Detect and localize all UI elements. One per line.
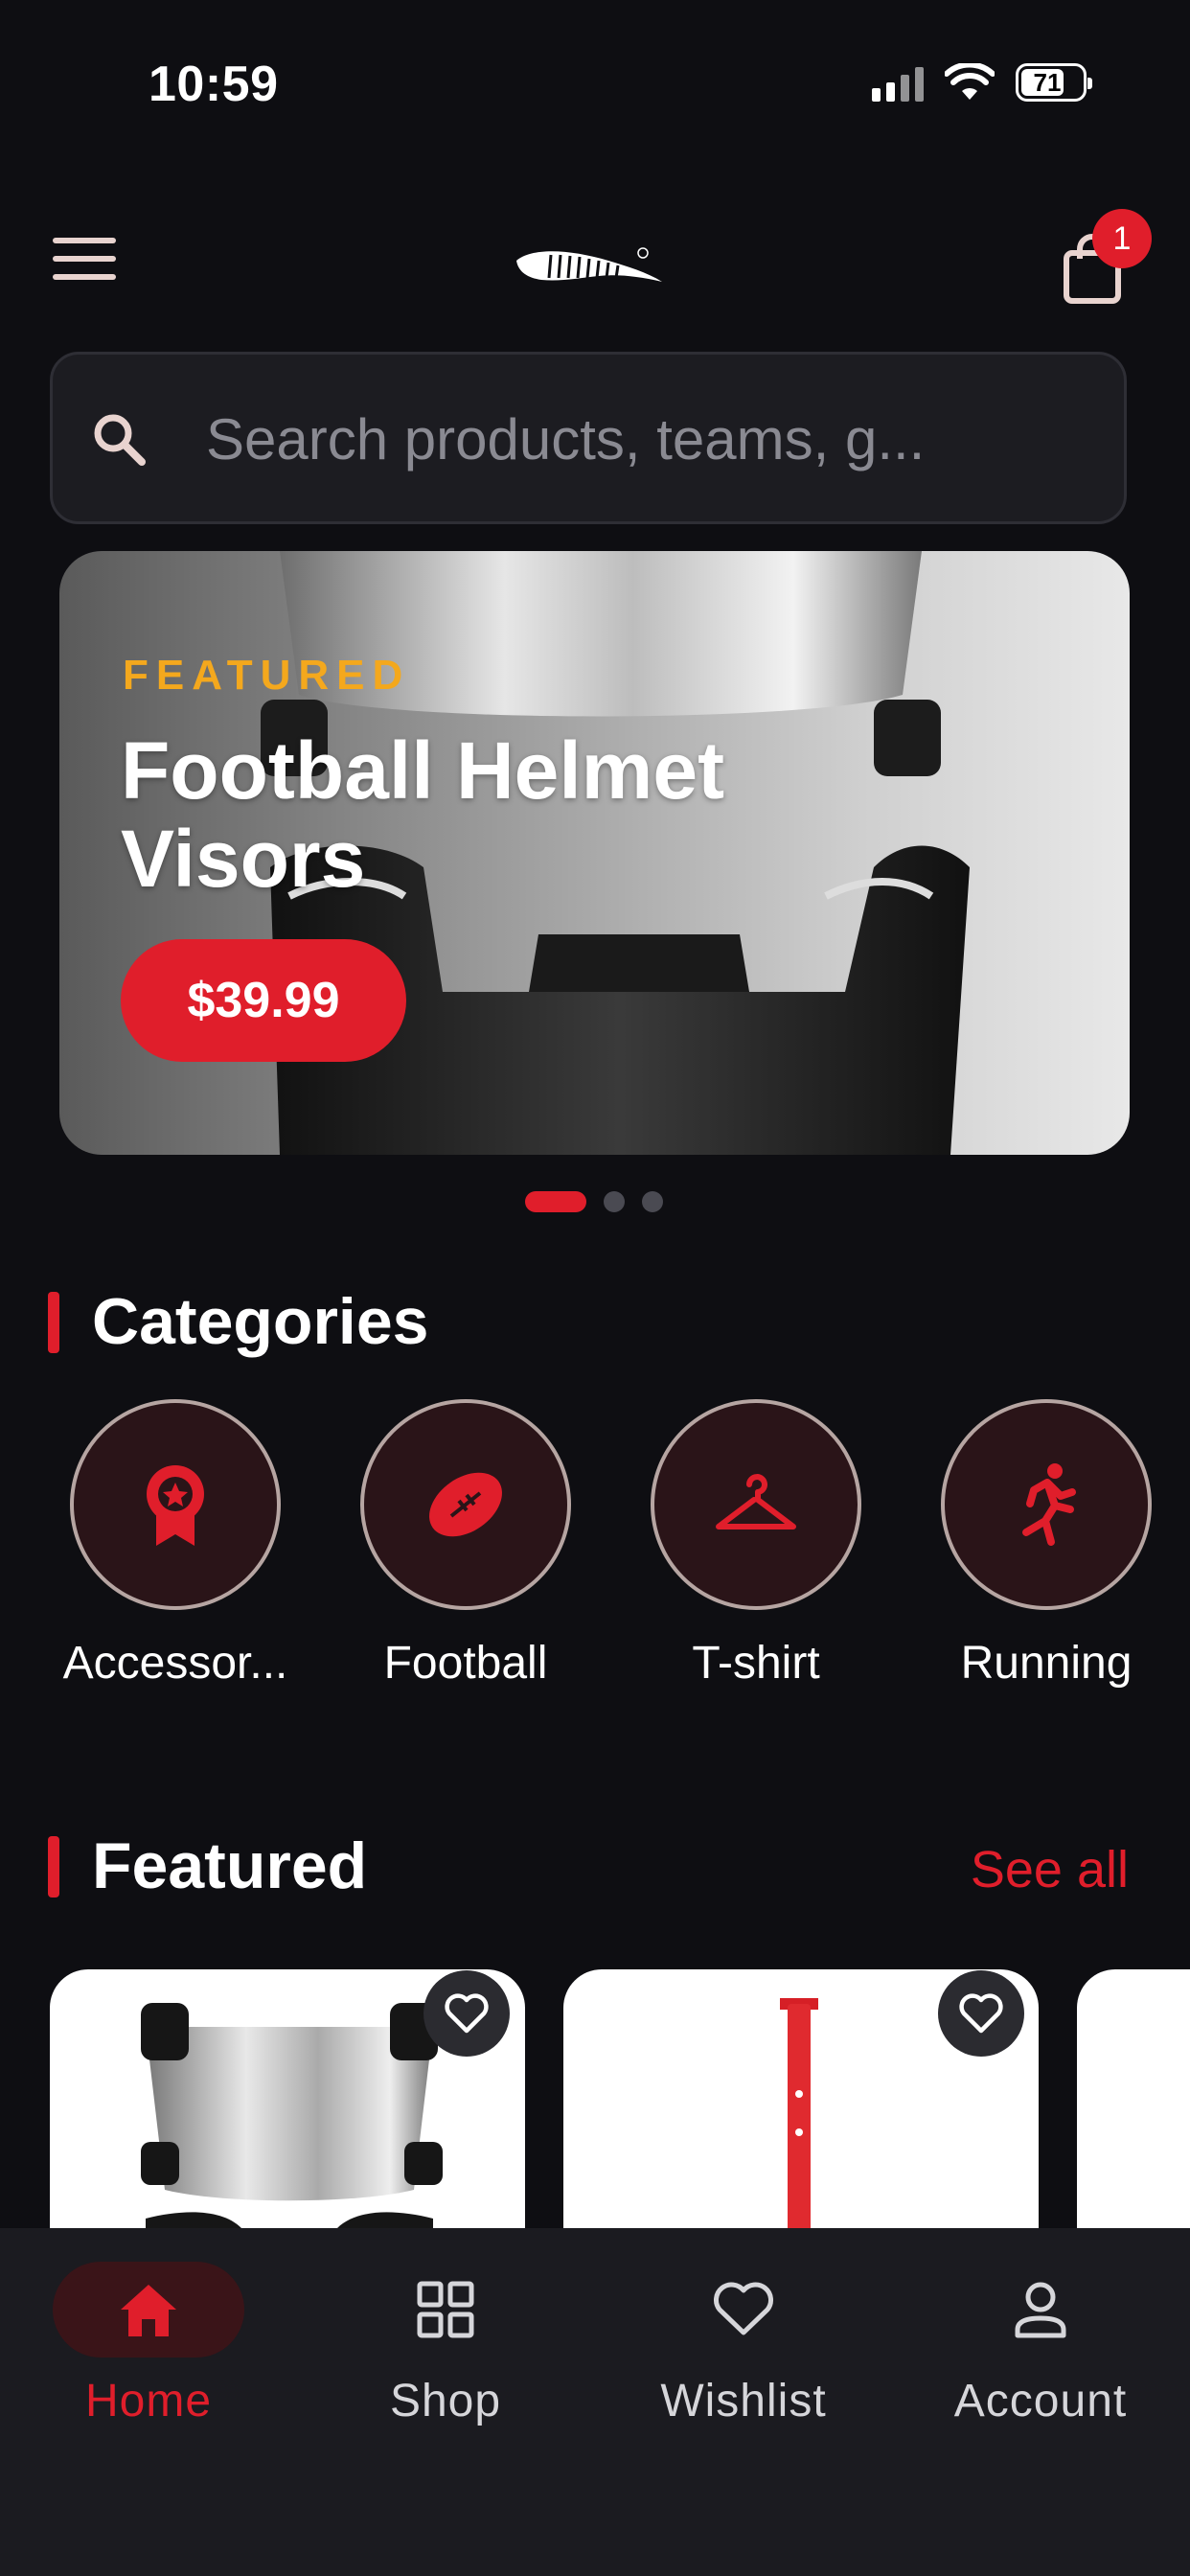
heart-icon bbox=[445, 1993, 489, 2034]
nav-label: Shop bbox=[389, 2376, 502, 2426]
cart-badge: 1 bbox=[1092, 209, 1152, 268]
category-label: Running bbox=[960, 1638, 1133, 1689]
carousel-dots bbox=[525, 1191, 663, 1212]
grid-icon bbox=[417, 2281, 474, 2338]
nav-home[interactable]: Home bbox=[29, 2262, 268, 2427]
category-accessories[interactable]: Accessor... bbox=[63, 1399, 287, 1690]
nav-wishlist[interactable]: Wishlist bbox=[624, 2262, 863, 2427]
hero-kicker: FEATURED bbox=[123, 652, 411, 699]
category-label: Accessor... bbox=[62, 1638, 288, 1689]
nav-account[interactable]: Account bbox=[921, 2262, 1160, 2427]
categories-title: Categories bbox=[92, 1285, 429, 1358]
category-label: T-shirt bbox=[692, 1638, 820, 1689]
category-tshirt[interactable]: T-shirt bbox=[646, 1399, 866, 1690]
heart-icon bbox=[714, 2282, 773, 2335]
hero-price-button[interactable]: $39.99 bbox=[121, 939, 406, 1062]
brand-logo bbox=[516, 247, 662, 282]
battery-icon: 71 bbox=[1016, 63, 1092, 102]
nav-label: Wishlist bbox=[660, 2376, 827, 2426]
award-icon bbox=[147, 1465, 204, 1546]
category-football[interactable]: Football bbox=[355, 1399, 576, 1690]
home-icon bbox=[121, 2285, 176, 2336]
battery-level: 71 bbox=[1033, 68, 1062, 97]
nav-label: Account bbox=[953, 2376, 1128, 2426]
running-icon bbox=[1022, 1463, 1076, 1546]
hanger-icon bbox=[716, 1474, 796, 1530]
status-icons: 71 bbox=[872, 63, 1092, 102]
category-running[interactable]: Running bbox=[936, 1399, 1156, 1690]
football-icon bbox=[429, 1472, 502, 1537]
section-accent-bar bbox=[48, 1292, 59, 1353]
nav-shop[interactable]: Shop bbox=[326, 2262, 565, 2427]
carousel-dot[interactable] bbox=[525, 1191, 586, 1212]
search-input[interactable] bbox=[206, 393, 1087, 485]
search-icon bbox=[94, 414, 146, 466]
status-time: 10:59 bbox=[149, 57, 279, 112]
person-icon bbox=[1015, 2282, 1066, 2338]
featured-title: Featured bbox=[92, 1829, 368, 1902]
wifi-icon bbox=[945, 63, 995, 100]
menu-button[interactable] bbox=[53, 238, 116, 286]
wishlist-button[interactable] bbox=[938, 1970, 1024, 2057]
hero-title: Football Helmet Visors bbox=[121, 725, 725, 904]
cellular-signal-icon bbox=[872, 63, 924, 102]
see-all-link[interactable]: See all bbox=[971, 1840, 1129, 1899]
carousel-dot[interactable] bbox=[642, 1191, 663, 1212]
carousel-dot[interactable] bbox=[604, 1191, 625, 1212]
section-accent-bar bbox=[48, 1836, 59, 1898]
category-label: Football bbox=[383, 1638, 548, 1689]
heart-icon bbox=[959, 1993, 1003, 2034]
nav-label: Home bbox=[84, 2376, 213, 2426]
wishlist-button[interactable] bbox=[423, 1970, 510, 2057]
